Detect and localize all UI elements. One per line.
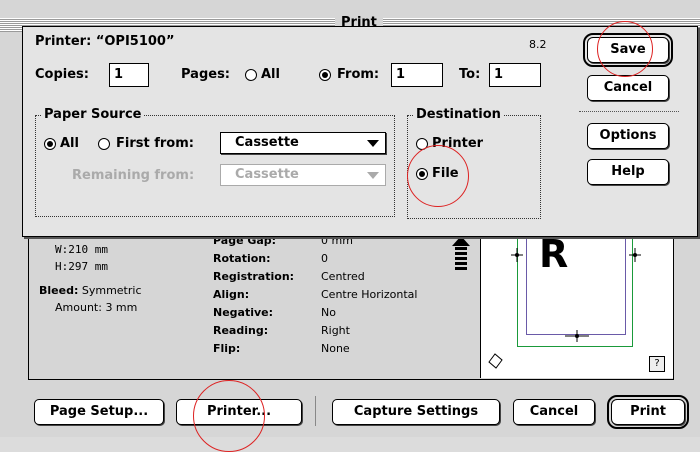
destination-file-radio[interactable] xyxy=(416,168,428,180)
from-input[interactable]: 1 xyxy=(391,63,443,87)
bleed-label: Bleed: xyxy=(39,284,79,297)
options-button[interactable]: Options xyxy=(587,123,669,149)
rotate-icon[interactable] xyxy=(485,350,505,370)
paper-all-radio[interactable] xyxy=(44,138,56,150)
orientation-arrow-icon xyxy=(452,236,470,270)
pages-all-label: All xyxy=(261,67,280,82)
bleed-amount-row: Amount: 3 mm xyxy=(55,301,137,314)
info-list: Page Gap: 0 mm Rotation: 0 Registration: Ce… xyxy=(213,234,418,355)
remaining-from-label: Remaining from: xyxy=(72,168,195,183)
bleed-row: Bleed: Symmetric xyxy=(39,284,142,297)
destination-group: Destination Printer File xyxy=(407,107,541,219)
button-divider xyxy=(315,396,316,426)
printer-label: Printer: xyxy=(35,34,92,49)
copies-input[interactable]: 1 xyxy=(109,63,149,87)
to-label: To: xyxy=(459,67,481,82)
width-value: W:210 mm xyxy=(55,243,108,256)
page-preview: R ? xyxy=(480,228,673,378)
preview-letter: R xyxy=(539,232,569,276)
help-box[interactable]: ? xyxy=(649,356,665,372)
button-separator xyxy=(579,111,679,112)
destination-printer-label: Printer xyxy=(432,136,484,151)
bg-cancel-button[interactable]: Cancel xyxy=(513,399,595,425)
first-from-popup[interactable]: Cassette xyxy=(220,132,386,154)
pages-from-radio[interactable] xyxy=(319,69,331,81)
destination-printer-radio[interactable] xyxy=(416,138,428,150)
first-from-radio[interactable] xyxy=(98,138,110,150)
help-glyph: ? xyxy=(654,358,660,369)
remaining-from-value: Cassette xyxy=(235,167,299,182)
chevron-down-icon xyxy=(367,172,379,179)
paper-source-group: Paper Source All First from: Cassette Re… xyxy=(35,107,395,217)
paper-all-label: All xyxy=(60,136,79,151)
destination-file-label: File xyxy=(432,166,459,181)
cancel-button[interactable]: Cancel xyxy=(587,75,669,101)
bleed-amount-value: 3 mm xyxy=(105,301,138,314)
height-value: H:297 mm xyxy=(55,260,108,273)
pages-from-label: From: xyxy=(337,67,380,82)
first-from-label: First from: xyxy=(116,136,194,151)
page-setup-button[interactable]: Page Setup... xyxy=(34,399,164,425)
capture-settings-button[interactable]: Capture Settings xyxy=(332,399,500,425)
destination-title: Destination xyxy=(414,107,503,122)
printer-button[interactable]: Printer... xyxy=(176,399,302,425)
bleed-value: Symmetric xyxy=(81,284,142,297)
version-label: 8.2 xyxy=(529,38,547,51)
print-button[interactable]: Print xyxy=(607,395,689,429)
pages-label: Pages: xyxy=(181,67,231,82)
chevron-down-icon xyxy=(367,140,379,147)
printer-name: “OPI5100” xyxy=(95,34,175,49)
remaining-from-popup[interactable]: Cassette xyxy=(220,164,386,186)
paper-source-title: Paper Source xyxy=(42,107,144,122)
pages-all-radio[interactable] xyxy=(245,69,257,81)
left-registration-mark-icon xyxy=(511,248,523,262)
first-from-value: Cassette xyxy=(235,135,299,150)
printer-dialog: Printer: “OPI5100” 8.2 Copies: 1 Pages: … xyxy=(22,21,698,237)
right-registration-mark-icon xyxy=(629,248,641,262)
bottom-registration-mark-icon xyxy=(565,330,589,342)
help-button[interactable]: Help xyxy=(587,159,669,185)
to-input[interactable]: 1 xyxy=(489,63,541,87)
printer-heading: Printer: “OPI5100” xyxy=(35,34,175,49)
copies-label: Copies: xyxy=(35,67,89,82)
save-button[interactable]: Save xyxy=(583,33,673,67)
bleed-amount-label: Amount: xyxy=(55,301,102,314)
